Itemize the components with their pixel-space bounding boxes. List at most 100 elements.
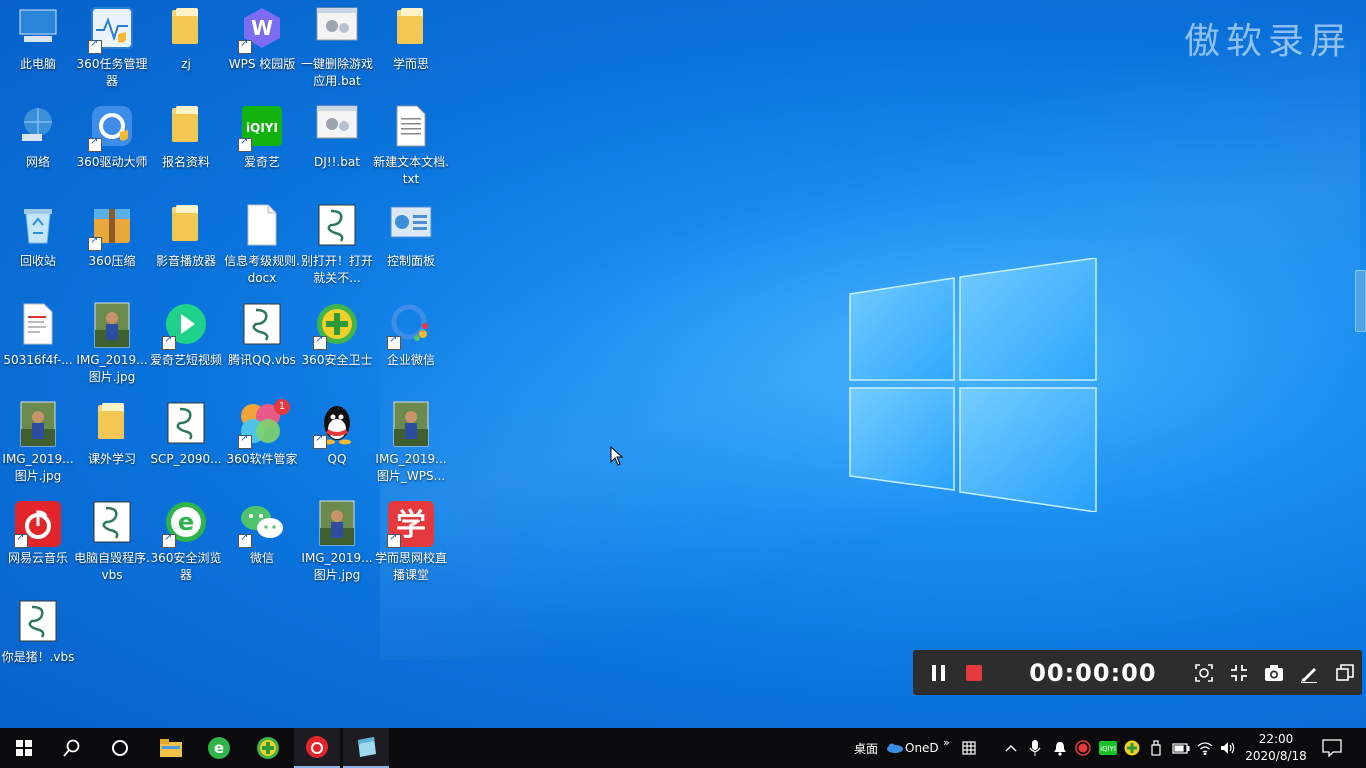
cortana-button[interactable] xyxy=(96,728,144,768)
security-tray[interactable] xyxy=(1124,728,1140,768)
desktop-icon[interactable]: IMG_2019...图片.jpg xyxy=(0,401,76,485)
region-button[interactable] xyxy=(1187,650,1222,695)
desktop-icon[interactable]: 网络 xyxy=(0,104,76,171)
desktop-icon[interactable]: IMG_2019...图片.jpg xyxy=(299,500,375,584)
onedrive-icon xyxy=(887,743,903,753)
pause-button[interactable] xyxy=(921,650,956,695)
collapse-icon xyxy=(1231,664,1248,681)
exit-fullscreen-button[interactable] xyxy=(1222,650,1257,695)
desktop-icon[interactable]: 腾讯QQ.vbs xyxy=(224,302,300,369)
desktop-icon[interactable]: 此电脑 xyxy=(0,6,76,73)
vbs-icon xyxy=(14,599,62,647)
desktop-icon-label: IMG_2019...图片.jpg xyxy=(2,452,74,483)
desktop-icon[interactable]: 微信 xyxy=(224,500,300,567)
desktop-icon-label: DJ!!.bat xyxy=(314,155,360,169)
desktop-icon[interactable]: 360压缩 xyxy=(74,203,150,270)
iqiyi-tray[interactable]: iQIYI xyxy=(1099,728,1117,768)
desktop-icon[interactable]: 别打开！打开就关不... xyxy=(299,203,375,287)
camera-icon xyxy=(1265,664,1284,681)
taskbar-file-explorer[interactable] xyxy=(148,728,194,768)
search-button[interactable] xyxy=(48,728,96,768)
volume-tray[interactable] xyxy=(1220,728,1236,768)
desktop-icon[interactable]: 新建文本文档.txt xyxy=(373,104,449,188)
desktop-icon[interactable]: 你是猪！.vbs xyxy=(0,599,76,666)
bat-icon xyxy=(313,6,361,54)
desktop-icon-label: QQ xyxy=(327,452,347,466)
control-panel-icon xyxy=(387,203,435,251)
desktop-icon[interactable]: 360任务管理器 xyxy=(74,6,150,90)
window-mode-button[interactable] xyxy=(1327,650,1362,695)
desktop-icon[interactable]: 360安全卫士 xyxy=(299,302,375,369)
action-center-button[interactable] xyxy=(1322,728,1342,768)
desktop-icon[interactable]: IMG_2019...图片_WPS... xyxy=(373,401,449,485)
desktop-icon[interactable]: 课外学习 xyxy=(74,401,150,468)
desktop-icon-label: 学而思网校直播课堂 xyxy=(374,551,447,582)
onedrive-toolbar[interactable]: OneD xyxy=(885,728,939,768)
recording-timer: 00:00:00 xyxy=(1029,658,1157,687)
desktop-icon-label: 企业微信 xyxy=(386,353,435,367)
iqiyi-icon: iQIYI xyxy=(238,104,286,152)
desktop-icon[interactable]: 一键删除游戏应用.bat xyxy=(299,6,375,90)
desktop-icon[interactable]: 回收站 xyxy=(0,203,76,270)
desktop-icon[interactable]: 学学而思网校直播课堂 xyxy=(373,500,449,584)
onedrive-label: OneD xyxy=(905,741,939,755)
security-guard-icon xyxy=(1124,740,1140,756)
pause-icon xyxy=(931,664,945,681)
desktop-icon[interactable]: IMG_2019...图片.jpg xyxy=(74,302,150,386)
taskbar-360-browser[interactable]: e xyxy=(196,728,242,768)
desktop-icon[interactable]: 50316f4f-... xyxy=(0,302,76,369)
desktop-icon[interactable]: e 360安全浏览器 xyxy=(148,500,224,584)
desktop-icon-label: 回收站 xyxy=(19,254,56,268)
taskbar-360-security[interactable] xyxy=(245,728,291,768)
desktop-icon[interactable]: 电脑自毁程序.vbs xyxy=(74,500,150,584)
system-clock[interactable]: 22:00 2020/8/18 xyxy=(1244,731,1308,765)
desktop-icon[interactable]: iQIYI 爱奇艺 xyxy=(224,104,300,171)
show-hidden-icons-button[interactable] xyxy=(1005,728,1017,768)
record-icon xyxy=(1075,740,1091,756)
xueersi-icon: 学 xyxy=(387,500,435,548)
annotate-button[interactable] xyxy=(1292,650,1327,695)
stop-button[interactable] xyxy=(956,650,991,695)
usb-tray[interactable] xyxy=(1151,728,1161,768)
taskbar-recorder-app[interactable] xyxy=(343,728,389,768)
desktop-icon[interactable]: 企业微信 xyxy=(373,302,449,369)
desktop-icon[interactable]: 学而思 xyxy=(373,6,449,73)
desktop-icon[interactable]: 爱奇艺短视频 xyxy=(148,302,224,369)
shortcut-arrow-icon xyxy=(238,433,252,449)
battery-tray[interactable] xyxy=(1172,728,1190,768)
desktop-icon[interactable]: 影音播放器 xyxy=(148,203,224,270)
desktop-toolbar-label[interactable]: 桌面 xyxy=(854,728,878,768)
record-tray[interactable] xyxy=(1075,728,1091,768)
desktop-icon[interactable]: 控制面板 xyxy=(373,203,449,270)
pen-icon xyxy=(1301,667,1318,683)
desktop-icon[interactable]: QQ xyxy=(299,401,375,468)
shortcut-arrow-icon xyxy=(238,136,252,152)
notification-bell-tray[interactable] xyxy=(1053,728,1067,768)
desktop[interactable]: 傲软录屏 此电脑 360任务管理器 zj W WPS 校园版一键删除游戏应用.bat 学而… xyxy=(0,0,1366,728)
desktop-icon[interactable]: 信息考级规则.docx xyxy=(224,203,300,287)
desktop-icon[interactable]: W WPS 校园版 xyxy=(224,6,300,73)
desktop-icon[interactable]: SCP_2090... xyxy=(148,401,224,468)
taskbar-netease-music[interactable] xyxy=(294,728,340,768)
desktop-icon-label: 360任务管理器 xyxy=(76,57,148,88)
desktop-icon[interactable]: 报名资料 xyxy=(148,104,224,171)
desktop-icon-label: 爱奇艺短视频 xyxy=(149,353,222,367)
start-button[interactable] xyxy=(0,728,48,768)
desktop-icon[interactable]: DJ!!.bat xyxy=(299,104,375,171)
vbs-icon xyxy=(162,401,210,449)
edge-handle[interactable] xyxy=(1355,270,1366,332)
microphone-tray[interactable] xyxy=(1029,728,1041,768)
keyboard-grid-button[interactable] xyxy=(962,728,976,768)
svg-text:iQIYI: iQIYI xyxy=(246,121,278,135)
stop-icon xyxy=(965,664,982,681)
screenshot-button[interactable] xyxy=(1257,650,1292,695)
desktop-icon[interactable]: zj xyxy=(148,6,224,73)
desktop-icon[interactable]: 1 360软件管家 xyxy=(224,399,300,468)
desktop-icon-label: 信息考级规则.docx xyxy=(224,254,300,285)
desktop-icon[interactable]: 360驱动大师 xyxy=(74,104,150,171)
wifi-tray[interactable] xyxy=(1197,728,1213,768)
desktop-icon[interactable]: 网易云音乐 xyxy=(0,500,76,567)
battery-icon xyxy=(1172,743,1190,754)
toolbar-more-chevron-icon[interactable]: » xyxy=(943,722,950,762)
shortcut-arrow-icon xyxy=(88,136,102,152)
